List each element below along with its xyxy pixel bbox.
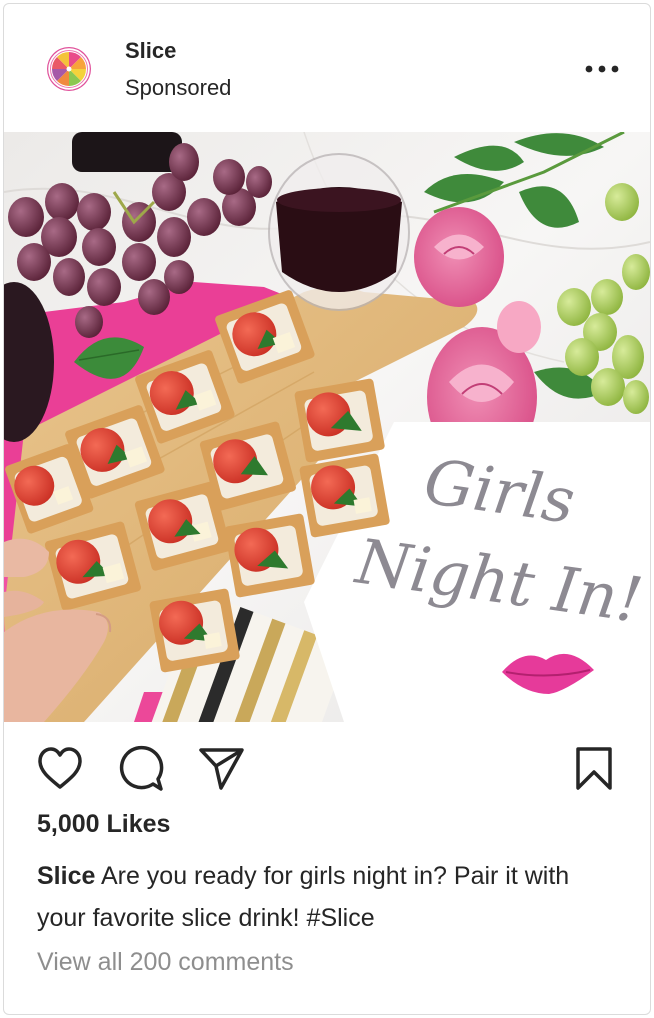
comment-icon [119,745,164,791]
sponsored-label: Sponsored [125,75,232,100]
heart-icon [38,747,82,789]
bookmark-icon [576,747,612,790]
sponsored-post-card: Slice Sponsored Girls Night In! 5,000 Li… [3,3,651,1015]
account-name[interactable]: Slice [125,38,176,64]
like-button[interactable] [35,744,85,794]
post-image[interactable]: Girls Night In! [4,132,650,722]
view-all-comments-link[interactable]: View all 200 comments [37,948,294,977]
post-header: Slice Sponsored [4,4,650,132]
post-caption: Slice Are you ready for girls night in? … [37,855,617,939]
more-horizontal-icon [585,65,619,73]
girls-night-in-photo: Girls Night In! [4,132,650,722]
slice-logo-avatar[interactable] [47,47,91,91]
caption-text: Are you ready for girls night in? Pair i… [37,862,570,932]
paper-plane-icon [199,748,244,790]
save-button[interactable] [569,744,619,794]
comment-button[interactable] [116,744,166,794]
caption-username[interactable]: Slice [37,862,95,890]
post-actions-bar [4,722,650,812]
share-button[interactable] [196,744,246,794]
more-options-button[interactable] [582,54,622,84]
likes-count[interactable]: 5,000 Likes [37,810,170,839]
